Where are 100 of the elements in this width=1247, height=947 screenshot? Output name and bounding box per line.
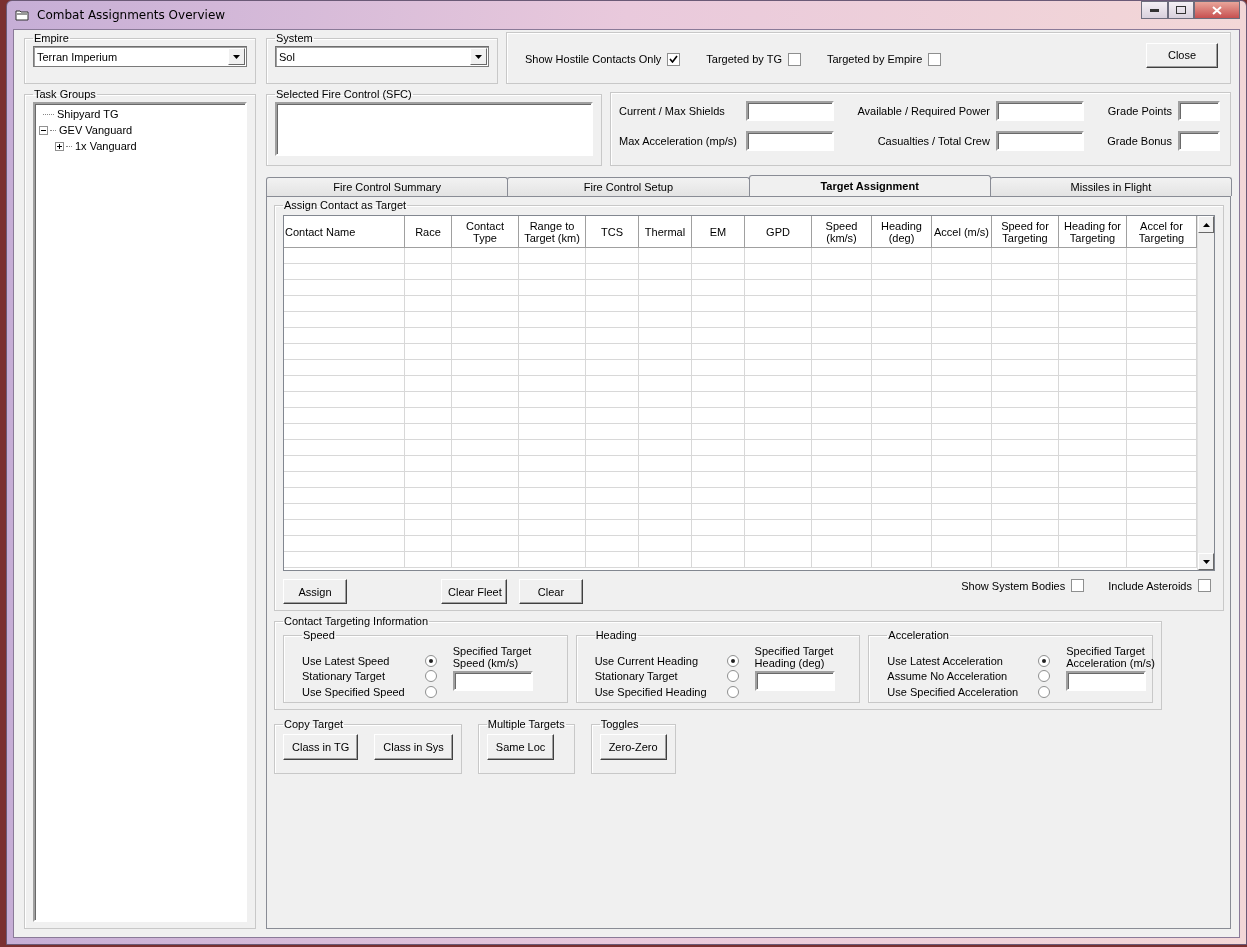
clear-fleet-button[interactable]: Clear Fleet	[441, 579, 507, 604]
minimize-icon	[1150, 8, 1159, 12]
input-field[interactable]	[746, 131, 835, 151]
group-label: Selected Fire Control (SFC)	[275, 88, 413, 100]
checkbox-label: Targeted by Empire	[826, 53, 923, 65]
collapse-icon[interactable]	[39, 125, 48, 135]
group-label: Copy Target	[283, 718, 345, 730]
checkbox[interactable]	[1071, 579, 1085, 592]
checkbox-label: Include Asteroids	[1108, 579, 1192, 592]
input-field[interactable]	[754, 671, 835, 691]
radio-button[interactable]	[726, 655, 739, 668]
group-label: Contact Targeting Information	[283, 615, 430, 627]
radio-label: Use Specified Heading	[594, 685, 707, 698]
caret-icon	[233, 54, 240, 59]
radio-label: Use Latest Acceleration	[887, 655, 1004, 668]
column-header[interactable]: Heading for Targeting	[1059, 216, 1127, 247]
radio-button[interactable]	[726, 670, 739, 683]
input-field[interactable]	[995, 131, 1084, 151]
check-icon	[669, 55, 679, 63]
close-icon	[1212, 5, 1222, 15]
group-label: System	[275, 32, 314, 44]
radio-label: Use Specified Acceleration	[887, 685, 1019, 698]
expand-icon[interactable]	[55, 141, 64, 151]
radio-button[interactable]	[424, 655, 437, 668]
input-field[interactable]	[746, 101, 835, 121]
radio-button[interactable]	[424, 685, 437, 698]
checkbox[interactable]	[928, 52, 942, 66]
checkbox-label: Targeted by TG	[706, 53, 782, 65]
checkbox[interactable]	[787, 52, 801, 66]
radio-label: Stationary Target	[302, 670, 386, 683]
minimize-button[interactable]	[1141, 1, 1168, 19]
column-header[interactable]: Speed (km/s)	[812, 216, 872, 247]
input-field[interactable]	[452, 671, 533, 691]
radio-label: Assume No Acceleration	[887, 670, 1009, 683]
column-header[interactable]: TCS	[586, 216, 639, 247]
tab[interactable]: Missiles in Flight	[989, 177, 1232, 196]
radio-label: Use Latest Speed	[302, 655, 391, 668]
field-label: Current / Max Shields	[619, 105, 726, 117]
input-field[interactable]	[1178, 101, 1220, 121]
tree-item[interactable]: 1x Vanguard	[74, 140, 138, 152]
group-label: Multiple Targets	[486, 718, 566, 730]
group-label: Heading	[594, 629, 638, 641]
radio-button[interactable]	[1038, 655, 1051, 668]
scrollbar[interactable]	[1197, 216, 1214, 570]
field-label: Grade Bonus	[1106, 135, 1172, 147]
column-header[interactable]: Accel (m/s)	[932, 216, 992, 247]
radio-button[interactable]	[1038, 685, 1051, 698]
tab[interactable]: Fire Control Setup	[507, 177, 750, 196]
empire-dropdown[interactable]: Terran Imperium	[33, 46, 247, 67]
close-window-button[interactable]	[1194, 1, 1240, 19]
column-header[interactable]: GPD	[745, 216, 812, 247]
column-header[interactable]: Speed for Targeting	[992, 216, 1059, 247]
window-title: Combat Assignments Overview	[37, 8, 226, 22]
caret-icon	[475, 54, 482, 59]
checkbox-label: Show System Bodies	[961, 579, 1066, 592]
input-field[interactable]	[1178, 131, 1220, 151]
checkbox[interactable]	[1198, 579, 1211, 592]
group-label: Acceleration	[887, 629, 950, 641]
column-header[interactable]: Contact Name	[284, 216, 405, 247]
field-label: Specified Target Heading (deg)	[754, 645, 835, 669]
radio-label: Use Current Heading	[594, 655, 699, 668]
column-header[interactable]: Range to Target (km)	[519, 216, 586, 247]
column-header[interactable]: EM	[692, 216, 745, 247]
tree-item[interactable]: GEV Vanguard	[58, 124, 134, 136]
tree-item[interactable]: Shipyard TG	[56, 108, 120, 120]
system-dropdown[interactable]: Sol	[275, 46, 489, 67]
close-button[interactable]: Close	[1146, 42, 1218, 68]
action-button[interactable]: Class in TG	[283, 734, 359, 760]
radio-label: Stationary Target	[594, 670, 679, 683]
radio-button[interactable]	[1038, 670, 1051, 683]
action-button[interactable]: Zero-Zero	[599, 734, 667, 760]
column-header[interactable]: Thermal	[639, 216, 692, 247]
action-button[interactable]: Same Loc	[486, 734, 555, 760]
checkbox-label: Show Hostile Contacts Only	[525, 53, 662, 65]
column-header[interactable]: Heading (deg)	[872, 216, 932, 247]
window-icon	[15, 9, 29, 21]
group-label: Assign Contact as Target	[283, 199, 408, 211]
maximize-icon	[1176, 6, 1186, 14]
input-field[interactable]	[1066, 671, 1147, 691]
group-label: Task Groups	[33, 88, 97, 100]
column-header[interactable]: Contact Type	[452, 216, 519, 247]
column-header[interactable]: Race	[405, 216, 452, 247]
checkbox[interactable]	[667, 52, 681, 66]
field-label: Specified Target Speed (km/s)	[452, 645, 533, 669]
field-label: Grade Points	[1106, 105, 1172, 117]
input-field[interactable]	[995, 101, 1084, 121]
field-label: Casualties / Total Crew	[876, 135, 990, 147]
group-label: Empire	[33, 32, 70, 44]
fire-control-list[interactable]	[275, 102, 593, 156]
radio-button[interactable]	[726, 685, 739, 698]
group-label: Speed	[302, 629, 336, 641]
clear-button[interactable]: Clear	[519, 579, 583, 604]
maximize-button[interactable]	[1168, 1, 1194, 19]
radio-button[interactable]	[424, 670, 437, 683]
action-button[interactable]: Class in Sys	[374, 734, 453, 760]
assign-button[interactable]: Assign	[283, 579, 347, 604]
up-arrow-icon	[1202, 222, 1210, 227]
field-label: Specified Target Acceleration (m/s)	[1066, 645, 1156, 669]
radio-label: Use Specified Speed	[302, 685, 405, 698]
tab[interactable]: Fire Control Summary	[266, 177, 509, 196]
